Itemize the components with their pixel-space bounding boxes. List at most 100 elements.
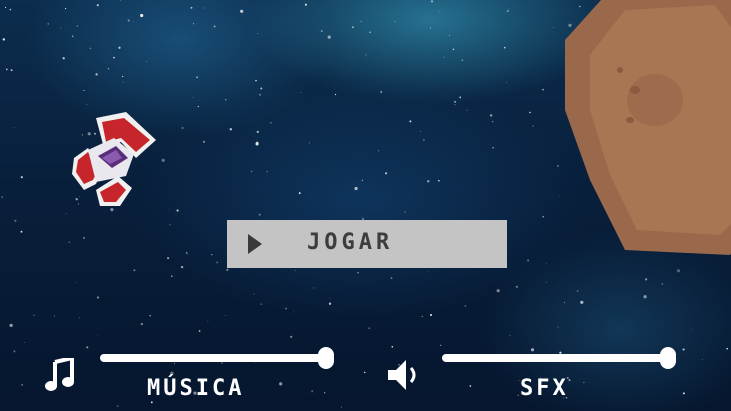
star bbox=[568, 379, 571, 382]
star bbox=[394, 21, 396, 23]
star bbox=[197, 105, 199, 108]
star bbox=[192, 23, 195, 25]
star bbox=[186, 252, 188, 254]
star bbox=[311, 390, 314, 393]
music-slider[interactable] bbox=[100, 354, 326, 362]
star bbox=[438, 179, 440, 182]
star bbox=[542, 215, 545, 218]
star bbox=[2, 38, 5, 41]
star bbox=[117, 405, 119, 407]
star bbox=[255, 79, 257, 82]
star bbox=[24, 341, 26, 343]
star bbox=[378, 150, 380, 152]
star bbox=[365, 54, 367, 56]
star bbox=[65, 213, 67, 214]
star bbox=[404, 211, 406, 213]
star bbox=[691, 329, 692, 331]
star bbox=[146, 60, 148, 62]
star bbox=[304, 3, 307, 6]
star bbox=[207, 320, 209, 322]
star bbox=[644, 278, 648, 281]
star bbox=[504, 47, 506, 49]
star bbox=[438, 11, 440, 12]
star bbox=[127, 19, 130, 22]
star bbox=[492, 147, 494, 149]
star bbox=[542, 88, 544, 91]
star bbox=[161, 158, 165, 162]
star bbox=[509, 335, 511, 337]
star bbox=[515, 285, 518, 288]
star bbox=[492, 120, 494, 123]
star bbox=[527, 259, 530, 262]
star bbox=[390, 277, 393, 280]
star bbox=[702, 359, 703, 360]
star bbox=[532, 125, 534, 127]
star bbox=[150, 401, 153, 404]
star bbox=[682, 392, 685, 395]
star bbox=[20, 176, 23, 179]
star bbox=[96, 296, 100, 299]
sfx-slider[interactable] bbox=[442, 354, 668, 362]
star bbox=[506, 82, 507, 84]
star bbox=[260, 303, 262, 305]
star bbox=[643, 295, 647, 299]
star bbox=[459, 96, 462, 99]
star bbox=[181, 126, 184, 130]
star bbox=[220, 361, 223, 364]
star bbox=[466, 109, 468, 111]
star bbox=[21, 383, 24, 386]
star bbox=[321, 30, 323, 32]
star bbox=[380, 90, 383, 93]
music-label: MÚSICA bbox=[147, 376, 245, 401]
star bbox=[83, 89, 85, 92]
star bbox=[324, 392, 326, 394]
star bbox=[187, 254, 188, 255]
star bbox=[211, 253, 213, 256]
star bbox=[256, 130, 259, 134]
star bbox=[86, 103, 88, 105]
star bbox=[180, 265, 184, 269]
star bbox=[300, 92, 302, 93]
star bbox=[240, 9, 244, 13]
star bbox=[196, 76, 199, 79]
star bbox=[140, 323, 143, 326]
star bbox=[107, 68, 110, 70]
sfx-slider-handle[interactable] bbox=[660, 347, 676, 369]
star bbox=[489, 114, 493, 117]
star bbox=[508, 8, 510, 10]
star bbox=[170, 371, 174, 375]
star bbox=[258, 213, 261, 216]
star bbox=[9, 323, 13, 327]
star bbox=[33, 314, 35, 316]
star bbox=[176, 209, 179, 212]
star bbox=[168, 209, 170, 210]
star bbox=[68, 241, 71, 244]
music-slider-handle[interactable] bbox=[318, 347, 334, 369]
star bbox=[545, 262, 547, 264]
star bbox=[340, 406, 342, 408]
star bbox=[427, 180, 430, 183]
star bbox=[409, 120, 412, 123]
star bbox=[149, 314, 151, 317]
star bbox=[429, 313, 433, 317]
star bbox=[461, 59, 464, 61]
star bbox=[563, 302, 565, 304]
star bbox=[293, 311, 295, 313]
star bbox=[285, 307, 287, 310]
star bbox=[198, 330, 201, 332]
star bbox=[726, 347, 729, 350]
star bbox=[428, 271, 430, 272]
speaker-icon bbox=[388, 360, 416, 390]
star bbox=[213, 25, 216, 28]
star bbox=[391, 345, 394, 348]
play-button-label: JOGAR bbox=[307, 230, 394, 255]
star bbox=[420, 130, 421, 132]
star bbox=[192, 96, 194, 98]
star bbox=[368, 327, 371, 330]
star bbox=[97, 335, 98, 336]
star bbox=[166, 256, 170, 260]
star bbox=[454, 104, 456, 106]
star bbox=[530, 348, 535, 352]
star bbox=[557, 326, 559, 328]
star bbox=[9, 8, 12, 11]
